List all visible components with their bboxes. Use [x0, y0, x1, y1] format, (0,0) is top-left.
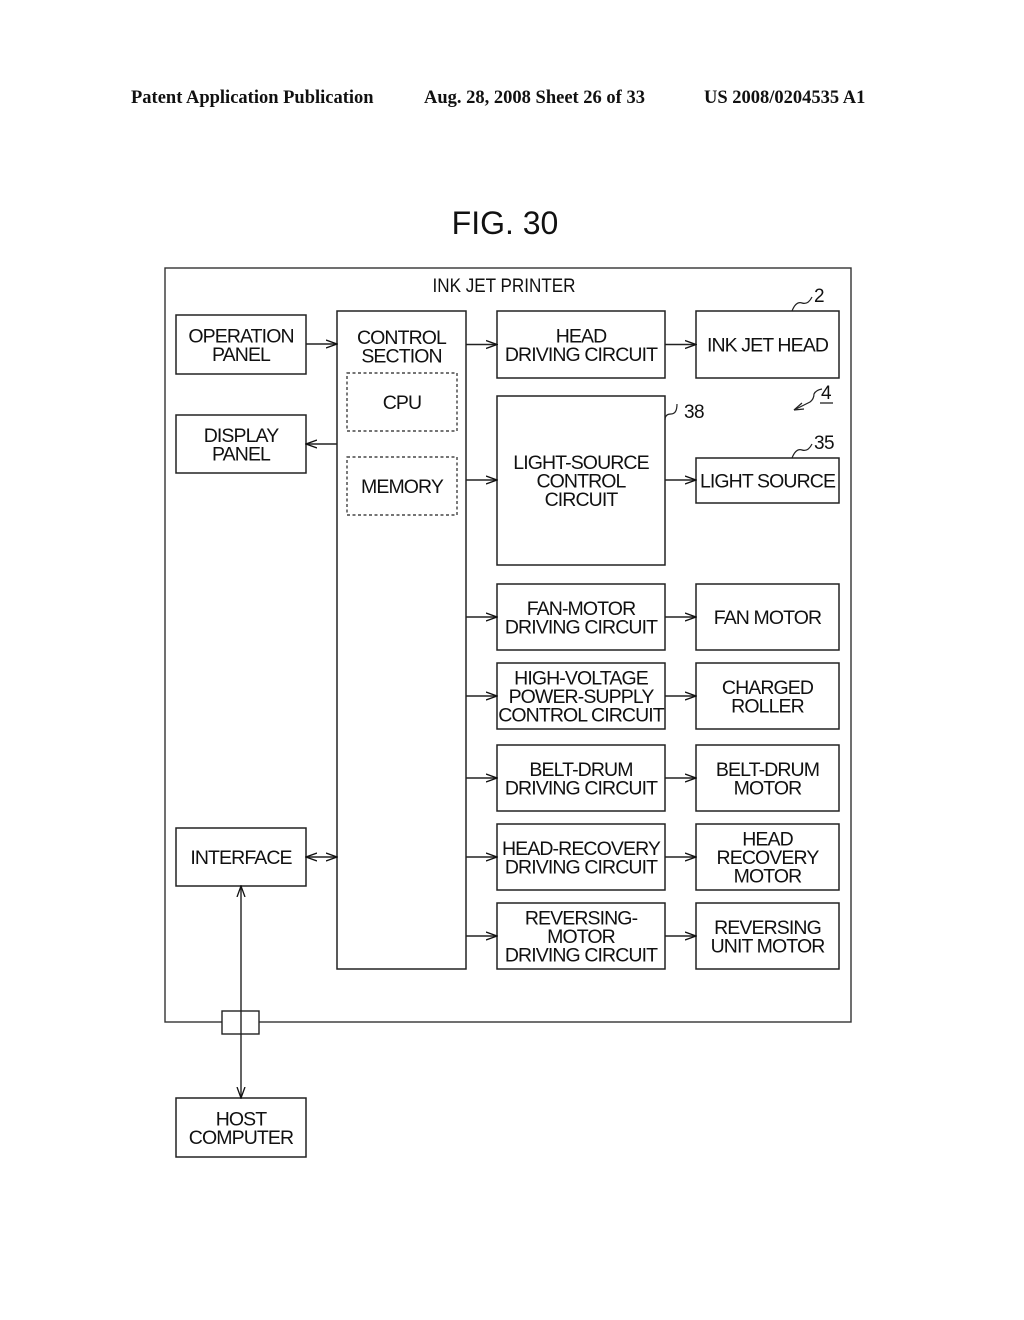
belt-drum-driving-circuit-block: BELT-DRUMDRIVING CIRCUIT — [496, 744, 666, 812]
belt-drum-motor-label: MOTOR — [734, 777, 803, 799]
light-source-control-circuit-block: LIGHT-SOURCECONTROLCIRCUIT — [496, 395, 666, 566]
reference-numeral-label: 38 — [684, 402, 704, 423]
belt-drum-driving-circuit-label: DRIVING CIRCUIT — [505, 777, 658, 799]
cpu-block: CPU — [346, 372, 458, 432]
control-section-label: SECTION — [361, 345, 441, 367]
belt-drum-motor-block: BELT-DRUMMOTOR — [695, 744, 840, 812]
leader-line — [791, 443, 813, 459]
reference-numeral-label: 35 — [814, 433, 834, 454]
high-voltage-power-supply-control-circuit-label: CONTROL CIRCUIT — [498, 705, 665, 727]
ink-jet-head-label: INK JET HEAD — [707, 335, 829, 357]
host-computer-label: COMPUTER — [189, 1127, 294, 1149]
head-driving-circuit-label: DRIVING CIRCUIT — [505, 344, 658, 366]
head-recovery-driving-circuit-label: DRIVING CIRCUIT — [505, 856, 658, 878]
light-source-block: LIGHT SOURCE — [695, 457, 840, 504]
light-source-label: LIGHT SOURCE — [700, 471, 836, 493]
cpu-label: CPU — [383, 392, 421, 414]
head-driving-circuit-block: HEADDRIVING CIRCUIT — [496, 310, 666, 379]
reference-numeral-2: 2 — [791, 286, 825, 312]
ink-jet-head-block: INK JET HEAD — [695, 310, 840, 379]
reference-numeral-35: 35 — [791, 433, 835, 459]
charged-roller-label: ROLLER — [731, 695, 804, 717]
ink-jet-printer-label: INK JET PRINTER — [433, 276, 576, 297]
reference-numeral-4: 4 — [793, 383, 833, 411]
fan-motor-label: FAN MOTOR — [714, 607, 822, 629]
operation-panel-block: OPERATIONPANEL — [175, 314, 307, 375]
head-recovery-motor-block: HEADRECOVERYMOTOR — [695, 823, 840, 891]
reference-numeral-label: 4 — [821, 383, 832, 404]
leader-arrow-icon — [793, 402, 805, 411]
interface-block: INTERFACE — [175, 827, 307, 887]
host-computer-block: HOSTCOMPUTER — [175, 1097, 307, 1158]
reversing-unit-motor-block: REVERSINGUNIT MOTOR — [695, 902, 840, 970]
reversing-unit-motor-label: UNIT MOTOR — [711, 935, 826, 957]
reversing-motor-driving-circuit-label: DRIVING CIRCUIT — [505, 945, 658, 967]
leader-line — [791, 296, 813, 312]
memory-label: MEMORY — [361, 476, 444, 498]
reference-numeral-38: 38 — [664, 402, 705, 423]
ink-jet-printer-container — [164, 267, 852, 1023]
head-recovery-driving-circuit-block: HEAD-RECOVERYDRIVING CIRCUIT — [496, 823, 666, 891]
charged-roller-block: CHARGEDROLLER — [695, 662, 840, 730]
operation-panel-label: PANEL — [212, 344, 271, 366]
reference-numeral-label: 2 — [814, 286, 824, 307]
display-panel-label: PANEL — [212, 443, 271, 465]
reversing-motor-driving-circuit-block: REVERSING-MOTORDRIVING CIRCUIT — [496, 902, 666, 970]
block-diagram: INK JET PRINTER OPERATIONPANEL DISPLAYPAN… — [164, 267, 852, 1158]
high-voltage-power-supply-control-circuit-block: HIGH-VOLTAGEPOWER-SUPPLYCONTROL CIRCUIT — [496, 662, 666, 730]
fan-motor-driving-circuit-block: FAN-MOTORDRIVING CIRCUIT — [496, 583, 666, 651]
head-recovery-motor-label: MOTOR — [734, 866, 803, 888]
memory-block: MEMORY — [346, 456, 458, 516]
interface-label: INTERFACE — [190, 847, 292, 869]
fan-motor-block: FAN MOTOR — [695, 583, 840, 651]
leader-line — [664, 403, 678, 421]
light-source-control-circuit-label: CIRCUIT — [545, 489, 619, 511]
display-panel-block: DISPLAYPANEL — [175, 414, 307, 474]
fan-motor-driving-circuit-label: DRIVING CIRCUIT — [505, 616, 658, 638]
